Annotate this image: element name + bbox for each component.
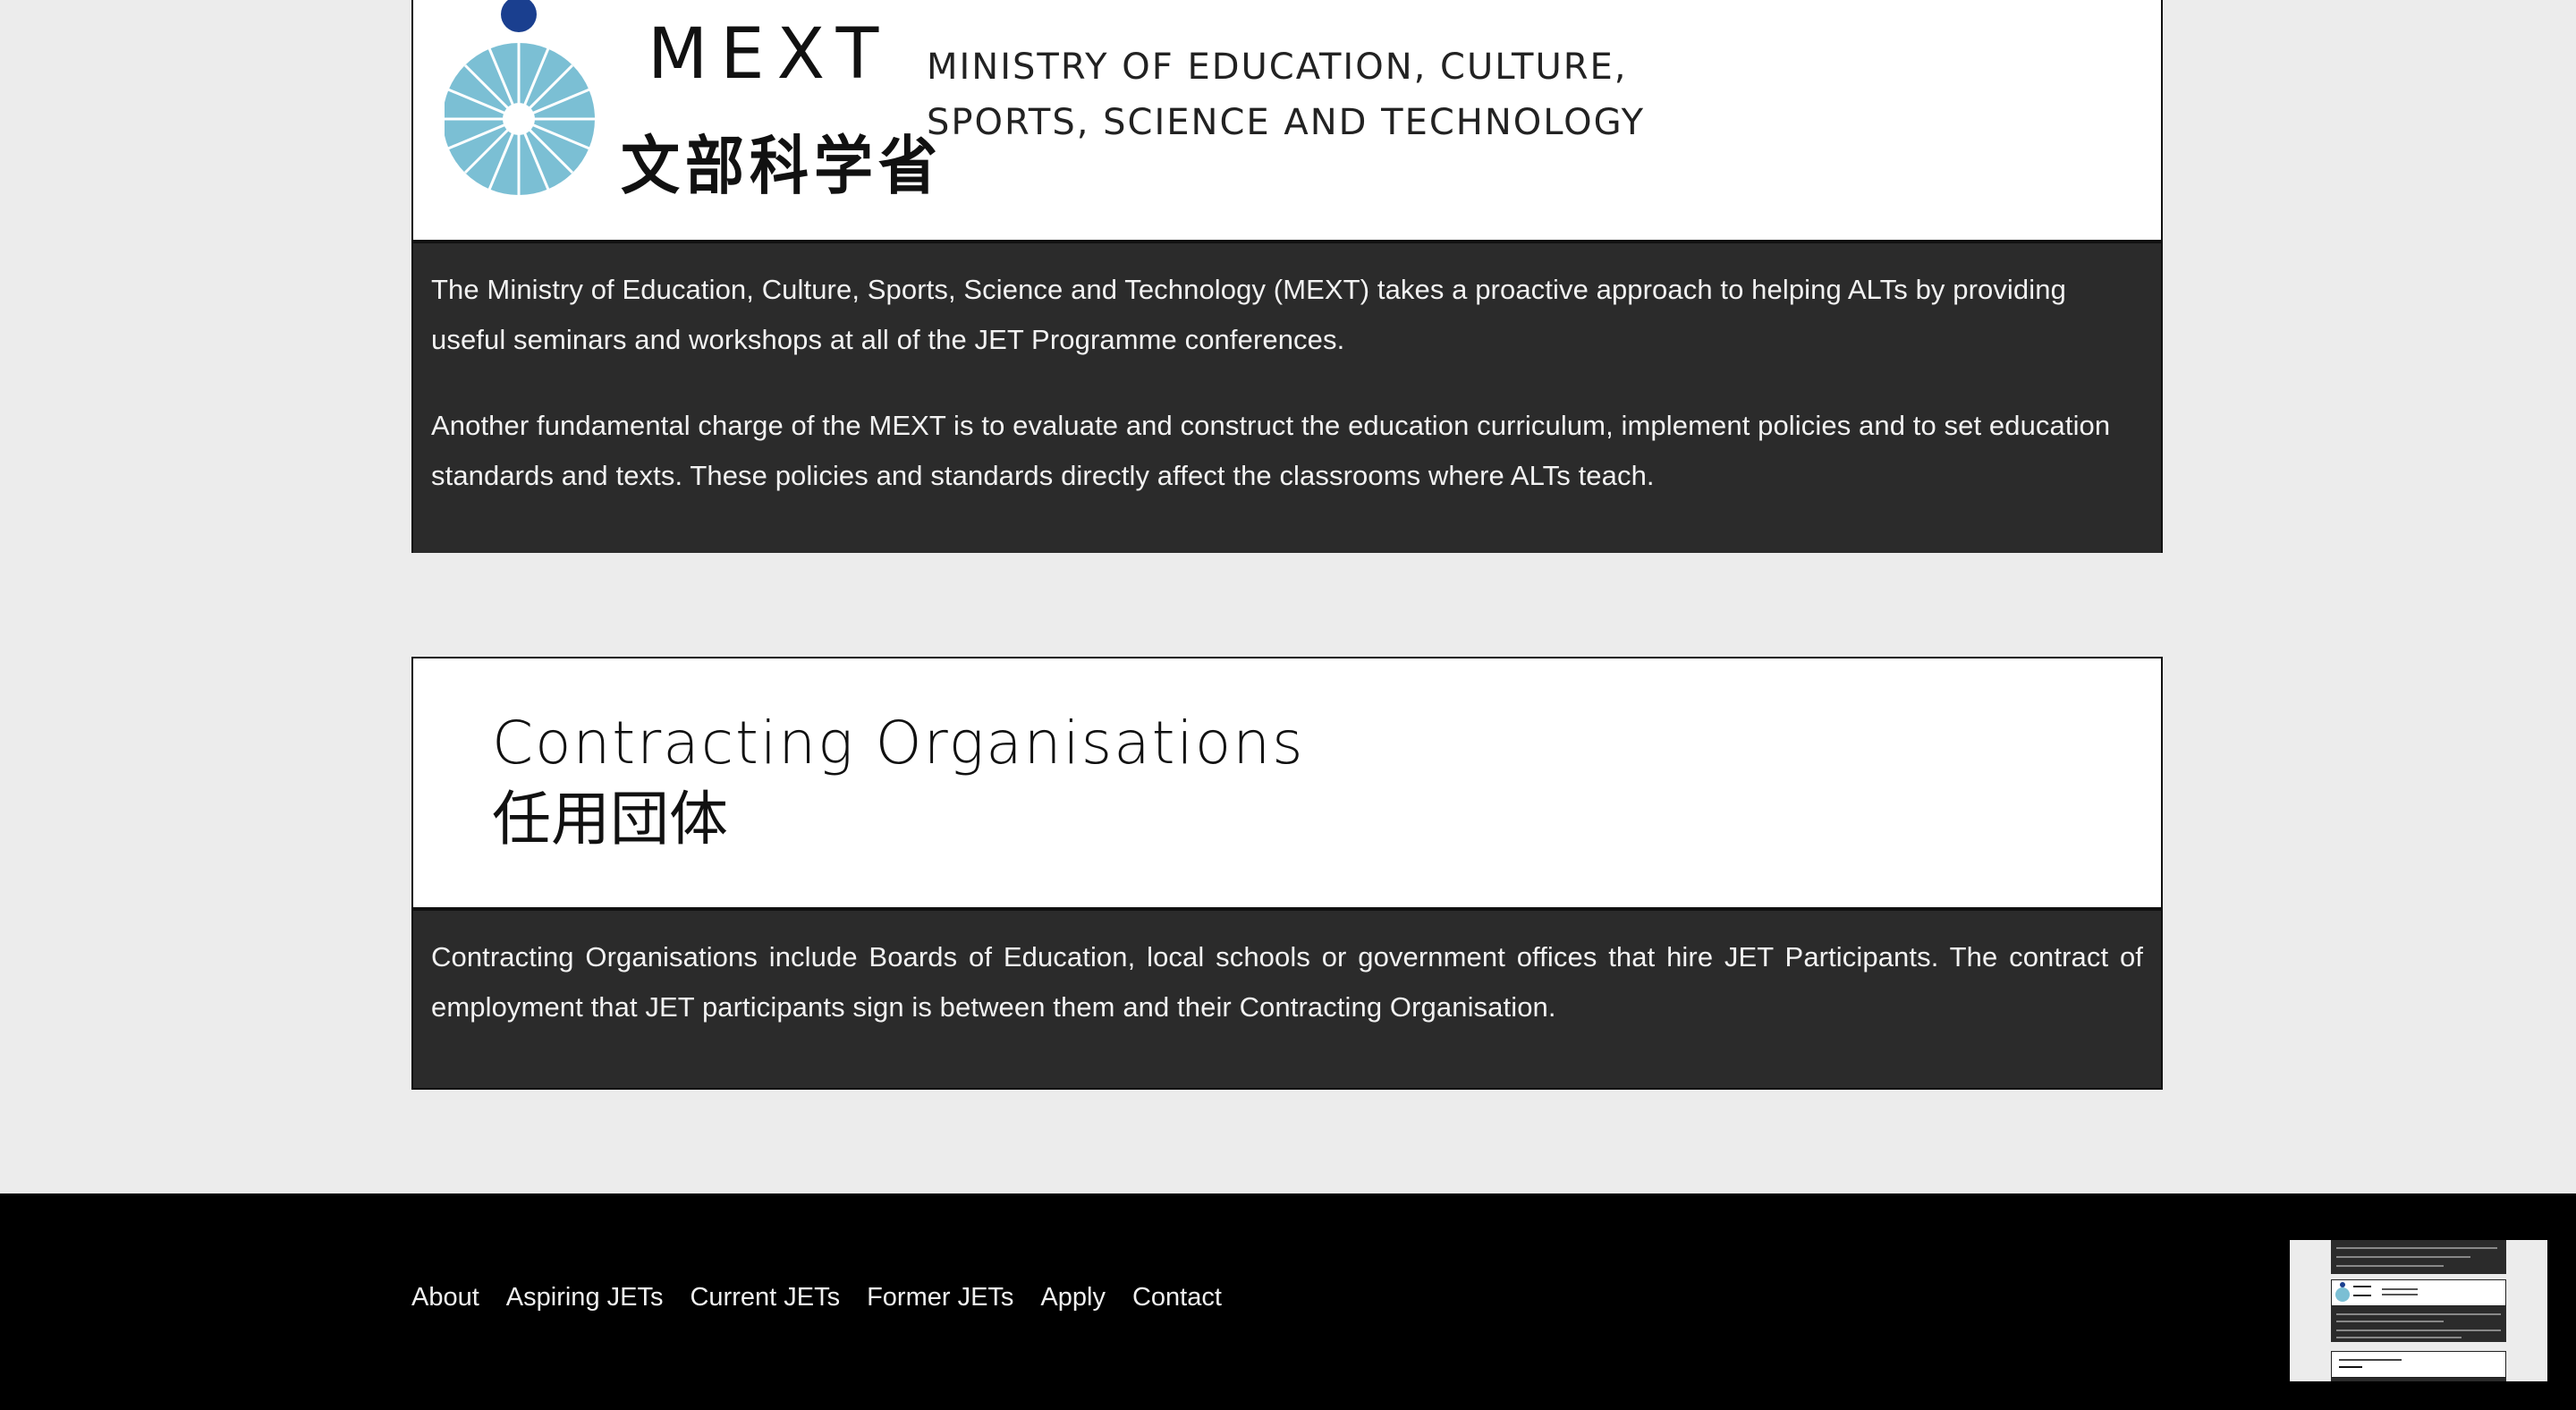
ministry-name: MINISTRY OF EDUCATION, CULTURE, SPORTS, … — [927, 39, 1645, 150]
mext-paragraph-2: Another fundamental charge of the MEXT i… — [431, 410, 2111, 491]
contracting-description: Contracting Organisations include Boards… — [413, 911, 2161, 1088]
mext-kanji: 文部科学省 — [621, 129, 943, 204]
footer-link-contact[interactable]: Contact — [1132, 1283, 1222, 1312]
mext-description: The Ministry of Education, Culture, Spor… — [413, 243, 2161, 553]
mext-paragraph-1: The Ministry of Education, Culture, Spor… — [431, 274, 2066, 355]
page-minimap[interactable] — [2290, 1240, 2547, 1381]
minimap-block — [2331, 1240, 2506, 1274]
mext-logo: MEXT 文部科学省 MINISTRY OF EDUCATION, CULTUR… — [413, 0, 2161, 243]
footer-link-former-jets[interactable]: Former JETs — [867, 1283, 1013, 1312]
contracting-card: Contracting Organisations 任用団体 Contracti… — [411, 657, 2163, 1090]
footer-link-current-jets[interactable]: Current JETs — [690, 1283, 840, 1312]
footer-link-apply[interactable]: Apply — [1040, 1283, 1106, 1312]
ministry-name-line1: MINISTRY OF EDUCATION, CULTURE, — [927, 47, 1628, 88]
minimap-block — [2331, 1378, 2506, 1381]
contracting-title-jp: 任用団体 — [492, 785, 728, 854]
minimap-block — [2331, 1351, 2506, 1378]
minimap-block — [2331, 1279, 2506, 1306]
contracting-title: Contracting Organisations — [492, 709, 1305, 777]
ministry-name-line2: SPORTS, SCIENCE AND TECHNOLOGY — [927, 102, 1646, 143]
page: MEXT 文部科学省 MINISTRY OF EDUCATION, CULTUR… — [0, 0, 2576, 1410]
footer: About Aspiring JETs Current JETs Former … — [0, 1193, 2576, 1410]
minimap-block — [2331, 1306, 2506, 1342]
mext-wordmark: MEXT — [648, 14, 892, 95]
footer-nav: About Aspiring JETs Current JETs Former … — [411, 1283, 1222, 1312]
footer-link-aspiring-jets[interactable]: Aspiring JETs — [506, 1283, 664, 1312]
mext-emblem-icon — [445, 0, 595, 195]
mext-card: MEXT 文部科学省 MINISTRY OF EDUCATION, CULTUR… — [411, 0, 2163, 553]
contracting-title-panel: Contracting Organisations 任用団体 — [413, 658, 2161, 911]
contracting-paragraph: Contracting Organisations include Boards… — [431, 941, 2143, 1023]
footer-link-about[interactable]: About — [411, 1283, 479, 1312]
